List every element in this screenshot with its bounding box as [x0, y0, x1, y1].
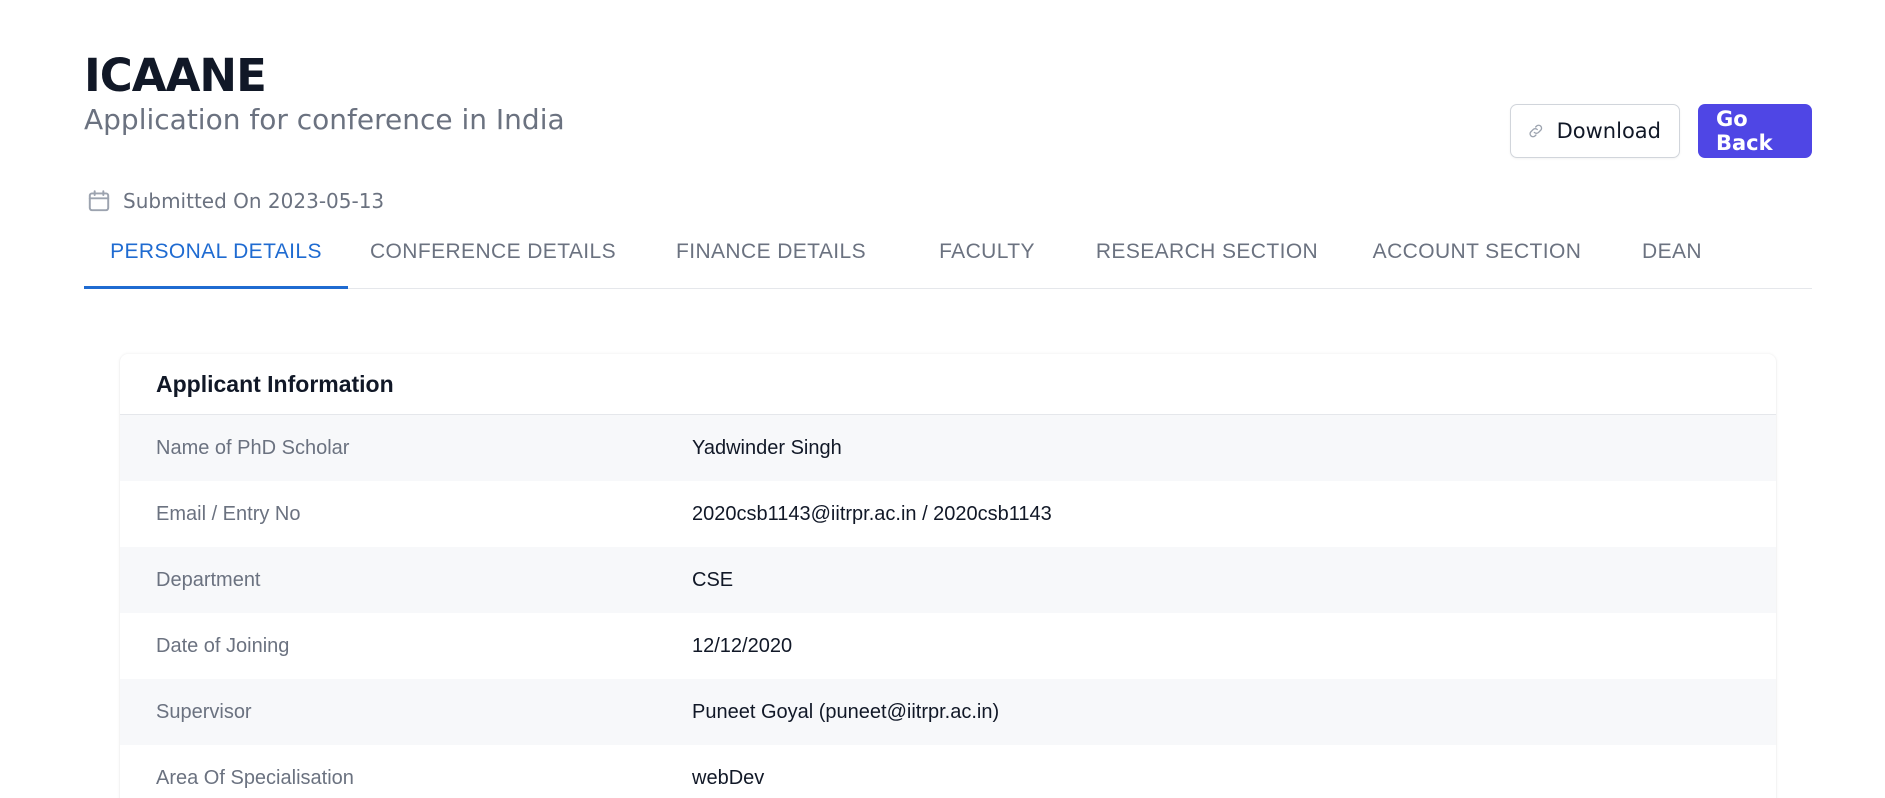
tab-research-section[interactable]: RESEARCH SECTION [1070, 226, 1344, 288]
go-back-button[interactable]: Go Back [1698, 104, 1812, 158]
tab-faculty[interactable]: FACULTY [904, 226, 1070, 288]
tab-dean[interactable]: DEAN [1610, 226, 1734, 288]
tab-finance-details[interactable]: FINANCE DETAILS [638, 226, 904, 288]
download-button-label: Download [1556, 119, 1661, 143]
submitted-date-text: Submitted On 2023-05-13 [123, 189, 385, 213]
calendar-icon [88, 190, 110, 212]
link-icon [1529, 124, 1543, 138]
info-row-department: Department CSE [120, 547, 1776, 613]
info-row-email: Email / Entry No 2020csb1143@iitrpr.ac.i… [120, 481, 1776, 547]
page-subtitle: Application for conference in India [84, 103, 565, 136]
info-row-supervisor: Supervisor Puneet Goyal (puneet@iitrpr.a… [120, 679, 1776, 745]
header-actions: Download Go Back [1510, 104, 1812, 158]
field-value: CSE [692, 568, 734, 591]
field-value: Puneet Goyal (puneet@iitrpr.ac.in) [692, 700, 1000, 723]
field-value: Yadwinder Singh [692, 436, 842, 459]
field-label: Date of Joining [156, 634, 290, 657]
field-value: 2020csb1143@iitrpr.ac.in / 2020csb1143 [692, 502, 1052, 525]
tab-conference-details[interactable]: CONFERENCE DETAILS [348, 226, 638, 288]
field-label: Email / Entry No [156, 502, 301, 525]
info-row-specialisation: Area Of Specialisation webDev [120, 745, 1776, 798]
applicant-information-card: Applicant Information Name of PhD Schola… [120, 354, 1776, 798]
download-button[interactable]: Download [1510, 104, 1680, 158]
tab-account-section[interactable]: ACCOUNT SECTION [1344, 226, 1610, 288]
info-row-name: Name of PhD Scholar Yadwinder Singh [120, 415, 1776, 481]
tab-personal-details[interactable]: PERSONAL DETAILS [84, 226, 348, 289]
field-label: Supervisor [156, 700, 252, 723]
info-row-date-of-joining: Date of Joining 12/12/2020 [120, 613, 1776, 679]
page-header: ICAANE Application for conference in Ind… [84, 46, 565, 138]
page-title: ICAANE [84, 49, 267, 102]
section-title: Applicant Information [120, 354, 1776, 415]
section-tabs: PERSONAL DETAILS CONFERENCE DETAILS FINA… [84, 226, 1812, 289]
application-page: ICAANE Application for conference in Ind… [0, 0, 1885, 798]
field-value: 12/12/2020 [692, 634, 793, 657]
submitted-date: Submitted On 2023-05-13 [86, 188, 384, 214]
field-label: Area Of Specialisation [156, 766, 354, 789]
field-value: webDev [692, 766, 765, 789]
field-label: Name of PhD Scholar [156, 436, 350, 459]
field-label: Department [156, 568, 261, 591]
